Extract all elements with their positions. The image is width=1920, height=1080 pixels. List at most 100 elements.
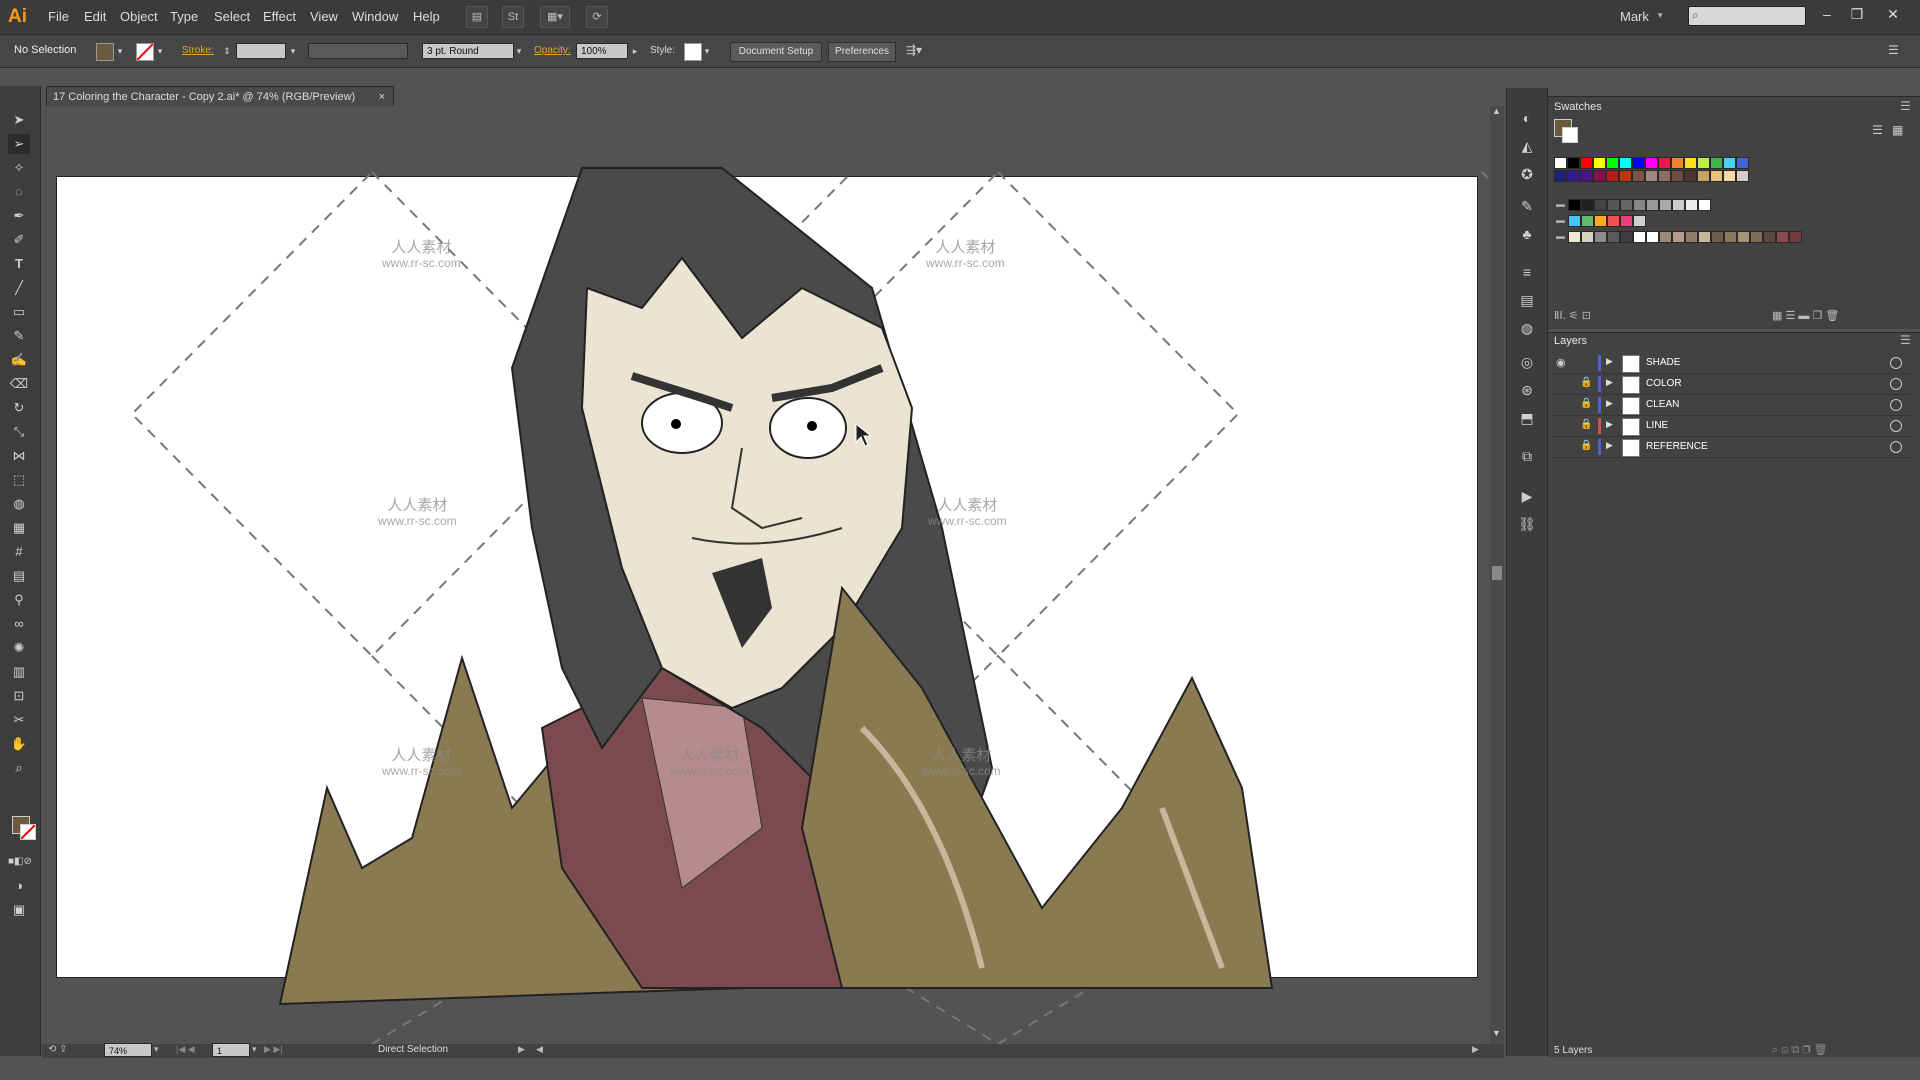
swatch-chip[interactable]	[1789, 231, 1802, 243]
drawing-mode-icon[interactable]: ◑	[8, 876, 30, 896]
swatches-menu-icon[interactable]: ☰	[1900, 99, 1911, 113]
opacity-arrow-icon[interactable]: ▸	[630, 43, 640, 59]
shape-builder-icon[interactable]: ◍	[8, 494, 30, 514]
layer-name[interactable]: REFERENCE	[1646, 441, 1708, 452]
stroke-weight-field[interactable]	[236, 43, 286, 59]
artboard-tool-icon[interactable]: ⊡	[8, 686, 30, 706]
panel-menu-icon[interactable]: ☰	[1888, 43, 1899, 57]
swatch-chip[interactable]	[1554, 170, 1567, 182]
swatch-chip[interactable]	[1568, 231, 1581, 243]
color-mode-icons[interactable]: ■◧⊘	[8, 852, 32, 872]
preferences-button[interactable]: Preferences	[828, 42, 896, 62]
line-tool-icon[interactable]: ╱	[8, 278, 30, 298]
swatch-chip[interactable]	[1567, 157, 1580, 169]
list-view-icon[interactable]: ☰	[1872, 123, 1883, 137]
swatch-chip[interactable]	[1724, 231, 1737, 243]
swatch-libraries-icon[interactable]: ⅡⅠ. ⚟ ⊡	[1554, 309, 1591, 322]
expand-arrow-icon[interactable]: ▶	[1606, 356, 1613, 367]
eraser-icon[interactable]: ⌫	[8, 374, 30, 394]
swatch-chip[interactable]	[1580, 170, 1593, 182]
swatch-chip[interactable]	[1632, 170, 1645, 182]
layer-target-icon[interactable]	[1890, 420, 1902, 432]
layer-row-color[interactable]: 🔒 ▶ COLOR	[1552, 374, 1912, 395]
swatch-chip[interactable]	[1568, 199, 1581, 211]
graphic-styles-icon[interactable]: ◎	[1517, 354, 1537, 374]
fill-swatch[interactable]	[96, 43, 114, 61]
direct-selection-tool-icon[interactable]: ➢	[8, 134, 30, 154]
hand-tool-icon[interactable]: ✋	[8, 734, 30, 754]
layer-target-icon[interactable]	[1890, 357, 1902, 369]
swatch-chip[interactable]	[1736, 170, 1749, 182]
actions-icon[interactable]: ▶	[1517, 488, 1537, 508]
expand-arrow-icon[interactable]: ▶	[1606, 419, 1613, 430]
free-transform-icon[interactable]: ⬚	[8, 470, 30, 490]
stroke-label[interactable]: Stroke:	[182, 45, 214, 56]
swatch-chip[interactable]	[1594, 231, 1607, 243]
character-artwork[interactable]	[42, 108, 1488, 1044]
swatch-chip[interactable]	[1710, 157, 1723, 169]
swatch-chip[interactable]	[1698, 231, 1711, 243]
gradient-panel-icon[interactable]: ▤	[1517, 292, 1537, 312]
arrange-documents-icon[interactable]: ▦▾	[540, 6, 570, 28]
swatch-chip[interactable]	[1607, 215, 1620, 227]
layer-actions-icons[interactable]: ⌕ ⊡ ⧉ ❐ 🗑	[1772, 1043, 1828, 1057]
swatch-chip[interactable]	[1593, 170, 1606, 182]
swatch-chip[interactable]	[1646, 231, 1659, 243]
swatch-chip[interactable]	[1633, 215, 1646, 227]
swatch-chip[interactable]	[1594, 215, 1607, 227]
symbols-icon[interactable]: ♣	[1517, 226, 1537, 246]
selection-tool-icon[interactable]: ➤	[8, 110, 30, 130]
swatch-chip[interactable]	[1645, 157, 1658, 169]
close-tab-icon[interactable]: ×	[379, 87, 385, 107]
swatch-chip[interactable]	[1710, 170, 1723, 182]
swatch-chip[interactable]	[1645, 170, 1658, 182]
menu-view[interactable]: View	[310, 9, 338, 24]
gpu-performance-icon[interactable]: ⟳	[586, 6, 608, 28]
swatch-chip[interactable]	[1776, 231, 1789, 243]
swatch-chip[interactable]	[1697, 170, 1710, 182]
swatch-group-character[interactable]	[1568, 231, 1802, 243]
swatch-group-brights[interactable]	[1568, 215, 1646, 227]
layer-row-reference[interactable]: 🔒 ▶ REFERENCE	[1552, 437, 1912, 458]
links-icon[interactable]: ⛓	[1517, 516, 1537, 536]
artboards-panel-icon[interactable]: ⧉	[1517, 448, 1537, 468]
screen-mode-icon[interactable]: ▣	[8, 900, 30, 920]
scroll-up-icon[interactable]: ▲	[1492, 106, 1501, 116]
swatch-chip[interactable]	[1620, 215, 1633, 227]
swatch-chip[interactable]	[1581, 199, 1594, 211]
opacity-field[interactable]: 100%	[576, 43, 628, 59]
menu-object[interactable]: Object	[120, 9, 158, 24]
status-menu-arrow-icon[interactable]: ▶	[518, 1044, 525, 1055]
stroke-weight-stepper[interactable]: ⇕	[222, 43, 232, 59]
swatch-row-primary[interactable]	[1554, 157, 1749, 169]
swatch-chip[interactable]	[1671, 170, 1684, 182]
width-tool-icon[interactable]: ⋈	[8, 446, 30, 466]
layer-row-clean[interactable]: 🔒 ▶ CLEAN	[1552, 395, 1912, 416]
swatch-chip[interactable]	[1594, 199, 1607, 211]
maximize-icon[interactable]: ❐	[1846, 6, 1868, 26]
scroll-right-icon[interactable]: ▶	[1472, 1044, 1479, 1055]
lock-icon[interactable]: 🔒	[1580, 419, 1592, 430]
document-setup-button[interactable]: Document Setup	[730, 42, 822, 62]
scroll-down-icon[interactable]: ▼	[1492, 1028, 1501, 1038]
swatch-chip[interactable]	[1632, 157, 1645, 169]
style-dropdown-icon[interactable]: ▾	[702, 43, 712, 59]
swatch-chip[interactable]	[1711, 231, 1724, 243]
pen-tool-icon[interactable]: ✒	[8, 206, 30, 226]
menu-file[interactable]: File	[48, 9, 69, 24]
swatch-chip[interactable]	[1581, 215, 1594, 227]
user-name[interactable]: Mark	[1620, 9, 1649, 24]
swatch-chip[interactable]	[1723, 170, 1736, 182]
eyedropper-icon[interactable]: ⚲	[8, 590, 30, 610]
curvature-tool-icon[interactable]: ✐	[8, 230, 30, 250]
swatch-chip[interactable]	[1619, 157, 1632, 169]
vertical-scrollbar[interactable]: ▲ ▼	[1490, 106, 1504, 1044]
slice-tool-icon[interactable]: ✂	[8, 710, 30, 730]
artboard-dropdown-icon[interactable]: ▾	[252, 1044, 257, 1055]
blob-brush-icon[interactable]: ✍	[8, 350, 30, 370]
stroke-swatch[interactable]	[136, 43, 154, 61]
swatch-row-secondary[interactable]	[1554, 170, 1749, 182]
swatch-chip[interactable]	[1658, 157, 1671, 169]
swatch-chip[interactable]	[1619, 170, 1632, 182]
gradient-tool-icon[interactable]: ▤	[8, 566, 30, 586]
